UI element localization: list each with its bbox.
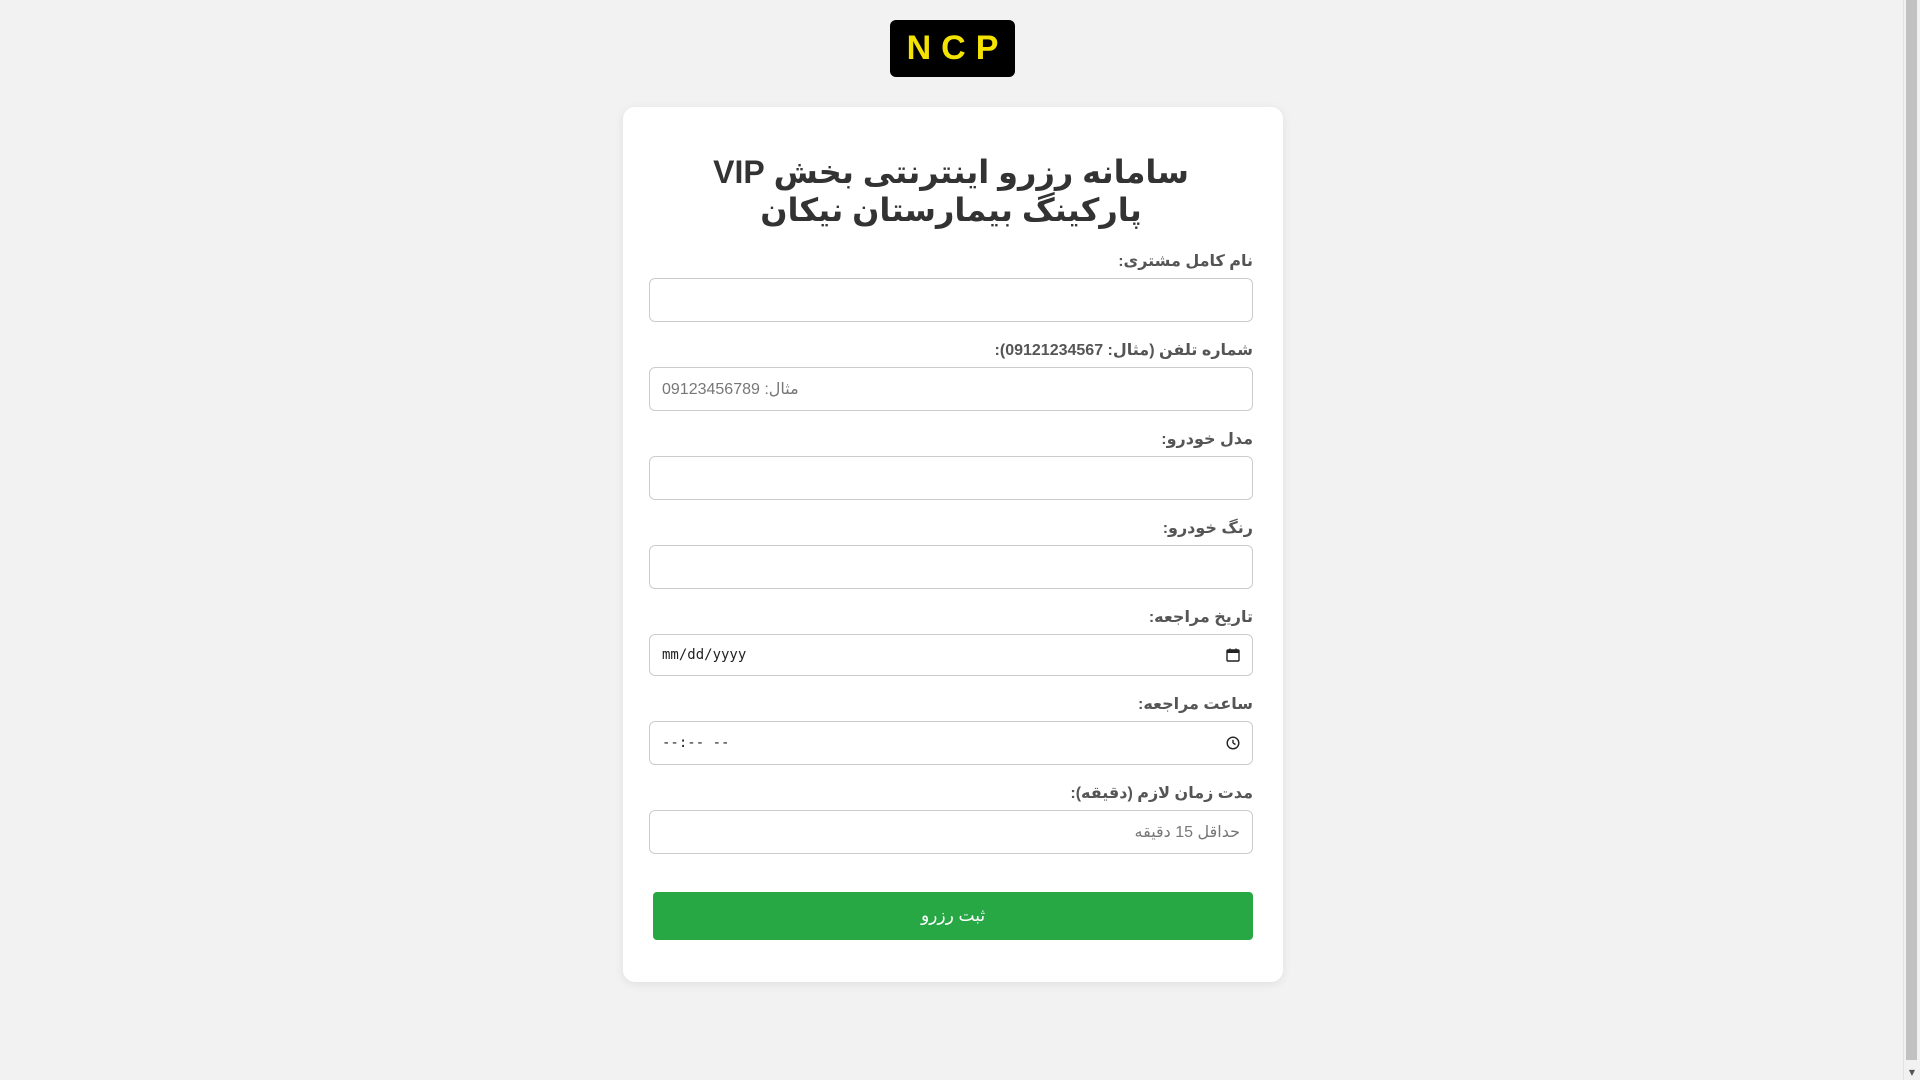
car-color-input[interactable] [649, 545, 1253, 589]
duration-input[interactable]: حداقل 15 دقیقه [649, 810, 1253, 854]
ncp-logo: NCP [890, 20, 1015, 77]
customer-name-label: نام کامل مشتری: [1118, 253, 1253, 270]
vertical-scrollbar[interactable]: ▼ [1903, 0, 1920, 1080]
car-model-label: مدل خودرو: [1161, 431, 1253, 448]
duration-placeholder: حداقل 15 دقیقه [1134, 824, 1240, 841]
visit-date-label: تاریخ مراجعه: [1148, 609, 1253, 626]
visit-date-input[interactable]: mm/dd/yyyy [649, 634, 1253, 676]
page: NCP سامانه رزرو اینترنتی بخش VIP پارکینگ… [0, 0, 1920, 1080]
clock-icon[interactable] [1226, 736, 1240, 750]
visit-date-display: mm/dd/yyyy [662, 647, 747, 663]
field-phone: شماره تلفن (مثال: 09121234567): مثال: 09… [649, 340, 1253, 411]
submit-label: ثبت رزرو [920, 906, 986, 925]
phone-input[interactable]: مثال: 09123456789 [649, 367, 1253, 411]
scrollbar-thumb[interactable] [1906, 0, 1917, 1060]
phone-placeholder: مثال: 09123456789 [662, 381, 799, 398]
field-visit-date: تاریخ مراجعه: mm/dd/yyyy [649, 607, 1253, 676]
visit-time-label: ساعت مراجعه: [1138, 696, 1253, 713]
scroll-down-arrow-icon[interactable]: ▼ [1904, 1064, 1920, 1080]
phone-label: شماره تلفن (مثال: 09121234567): [994, 342, 1253, 359]
logo-text: NCP [906, 29, 1009, 67]
customer-name-input[interactable] [649, 278, 1253, 322]
reservation-form-card: سامانه رزرو اینترنتی بخش VIP پارکینگ بیم… [623, 107, 1283, 982]
submit-reservation-button[interactable]: ثبت رزرو [653, 892, 1253, 940]
calendar-icon[interactable] [1226, 648, 1240, 662]
field-car-model: مدل خودرو: [649, 429, 1253, 500]
visit-time-input[interactable]: --:-- -- [649, 721, 1253, 765]
visit-time-display: --:-- -- [662, 735, 730, 751]
field-car-color: رنگ خودرو: [649, 518, 1253, 589]
car-model-input[interactable] [649, 456, 1253, 500]
field-duration: مدت زمان لازم (دقیقه): حداقل 15 دقیقه [649, 783, 1253, 854]
field-customer-name: نام کامل مشتری: [649, 251, 1253, 322]
duration-label: مدت زمان لازم (دقیقه): [1070, 785, 1253, 802]
car-color-label: رنگ خودرو: [1162, 520, 1253, 537]
form-title: سامانه رزرو اینترنتی بخش VIP پارکینگ بیم… [713, 154, 1189, 228]
field-visit-time: ساعت مراجعه: --:-- -- [649, 694, 1253, 765]
